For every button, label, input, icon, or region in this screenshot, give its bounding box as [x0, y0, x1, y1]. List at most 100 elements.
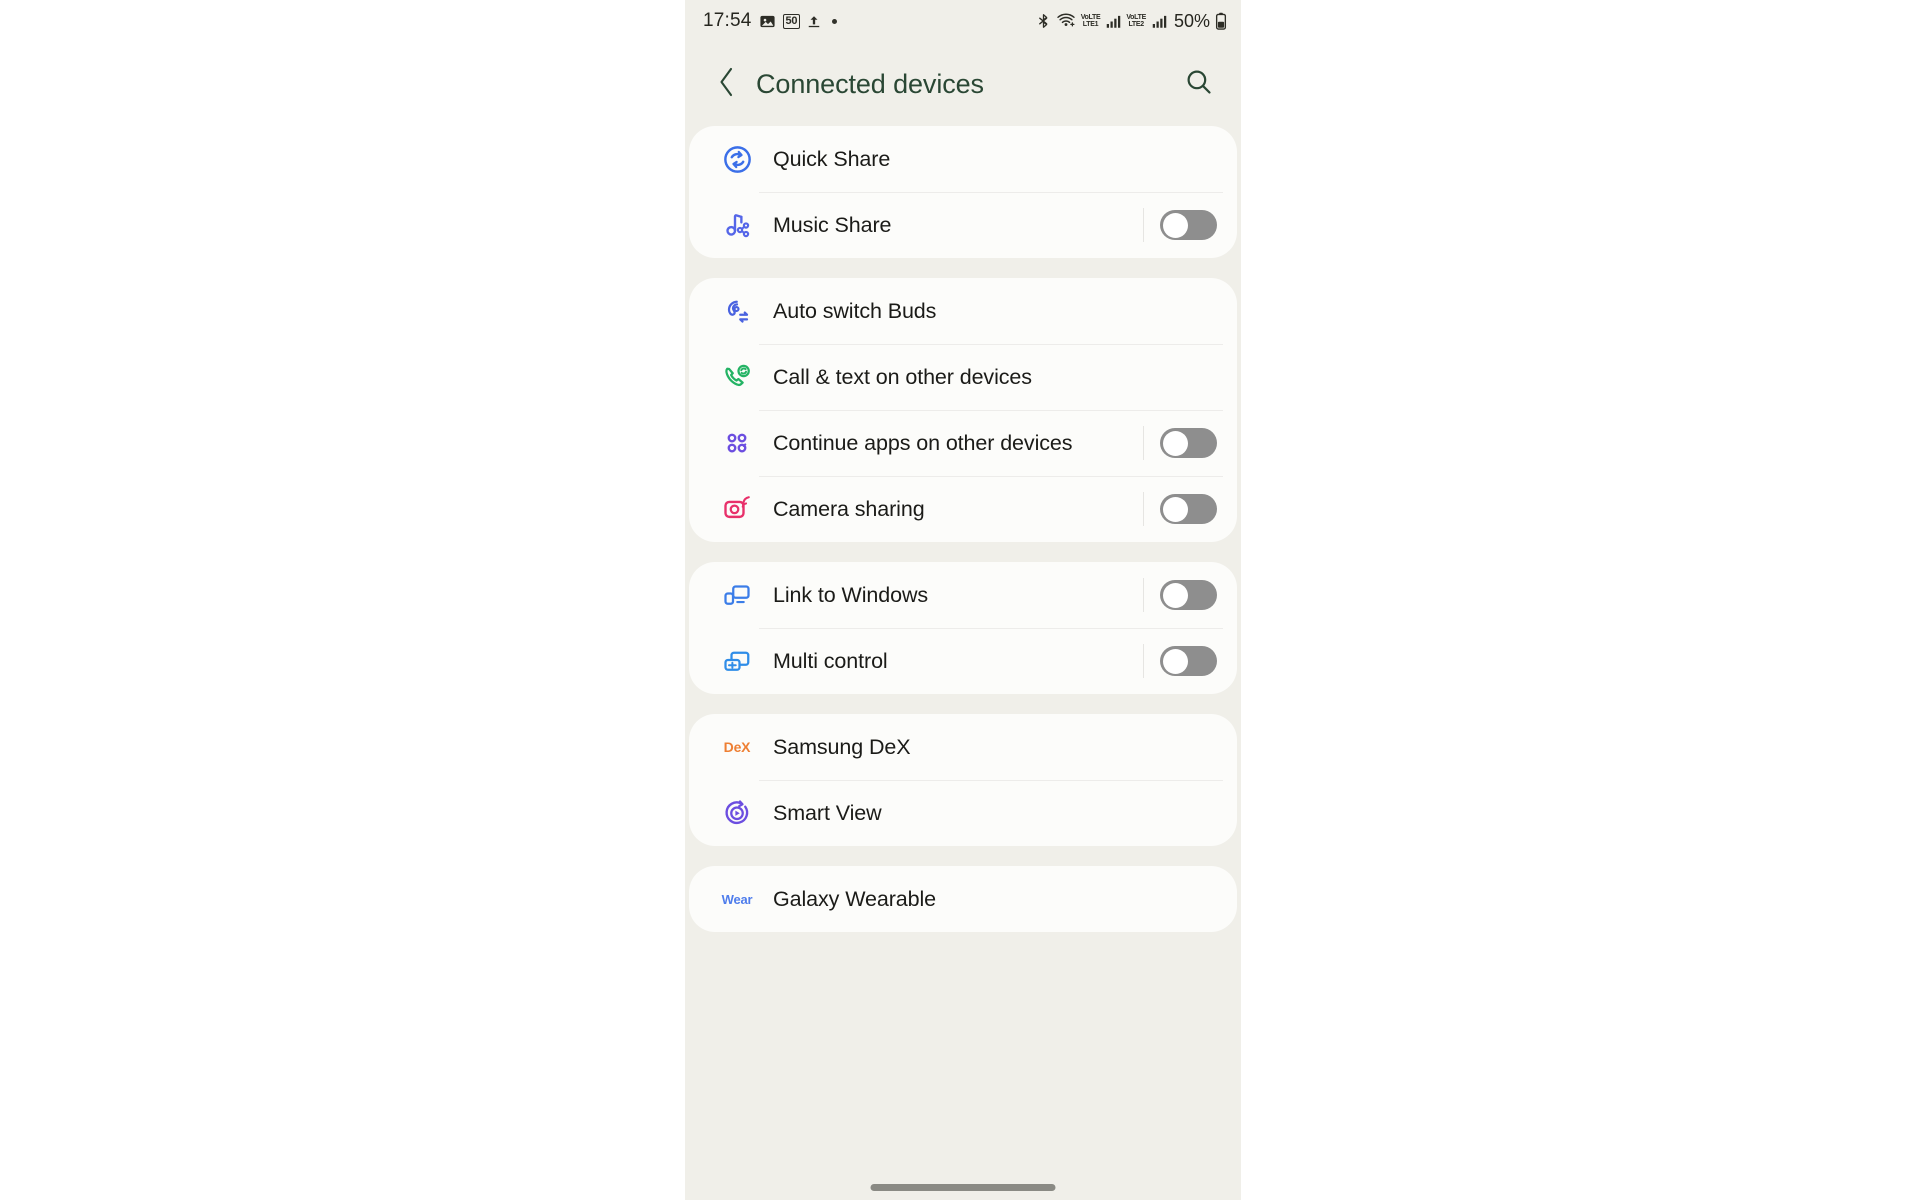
list-item-smart-view[interactable]: Smart View [689, 780, 1237, 846]
toggle-camera-sharing[interactable] [1160, 494, 1217, 524]
status-bar-left: 17:54 50 [703, 10, 837, 32]
list-item-continue-apps-other-devices[interactable]: Continue apps on other devices [689, 410, 1237, 476]
volte2-bottom-label: LTE2 [1128, 21, 1143, 28]
volte2-top-label: VoLTE [1126, 14, 1146, 21]
list-item-label: Galaxy Wearable [773, 885, 936, 913]
status-bar: 17:54 50 VoLTE LTE1 [685, 0, 1241, 42]
chevron-left-icon [714, 65, 740, 104]
dot-icon [832, 19, 837, 24]
list-item-body: Galaxy Wearable [759, 866, 1223, 932]
galaxy-wearable-logo: Wear [715, 877, 759, 921]
toggle-divider [1143, 492, 1144, 526]
settings-group-windows: Link to Windows [689, 562, 1237, 694]
list-item-label: Continue apps on other devices [773, 429, 1072, 457]
galaxy-wearable-logo-text: Wear [722, 892, 753, 907]
list-item-auto-switch-buds[interactable]: Auto switch Buds [689, 278, 1237, 344]
list-item-body: Camera sharing [759, 476, 1223, 542]
smart-view-icon [715, 791, 759, 835]
list-item-body: Samsung DeX [759, 714, 1223, 780]
list-item-quick-share[interactable]: Quick Share [689, 126, 1237, 192]
earbuds-switch-icon [715, 289, 759, 333]
status-bar-right: VoLTE LTE1 VoLTE LTE2 50% [1036, 11, 1227, 32]
list-item-body: Auto switch Buds [759, 278, 1223, 344]
toggle-continue-apps[interactable] [1160, 428, 1217, 458]
settings-group-wearable: Wear Galaxy Wearable [689, 866, 1237, 932]
toggle-container [1125, 208, 1217, 242]
list-item-label: Quick Share [773, 145, 890, 173]
list-item-label: Call & text on other devices [773, 363, 1032, 391]
signal-bars-2-icon [1151, 14, 1167, 29]
volte1-bottom-label: LTE1 [1083, 21, 1098, 28]
quick-share-icon [715, 137, 759, 181]
toggle-knob [1163, 497, 1188, 522]
battery-icon [1215, 12, 1227, 30]
list-item-call-text-other-devices[interactable]: Call & text on other devices [689, 344, 1237, 410]
list-item-body: Multi control [759, 628, 1223, 694]
list-item-body: Continue apps on other devices [759, 410, 1223, 476]
volte1-top-label: VoLTE [1081, 14, 1101, 21]
toggle-knob [1163, 213, 1188, 238]
list-item-label: Auto switch Buds [773, 297, 936, 325]
settings-list[interactable]: Quick Share [685, 126, 1241, 932]
samsung-dex-logo-text: DeX [724, 739, 751, 755]
toggle-knob [1163, 649, 1188, 674]
list-item-body: Music Share [759, 192, 1223, 258]
upload-icon [807, 13, 821, 30]
toggle-divider [1143, 208, 1144, 242]
toggle-link-to-windows[interactable] [1160, 580, 1217, 610]
volte1-icon: VoLTE LTE1 [1081, 14, 1101, 28]
list-item-link-to-windows[interactable]: Link to Windows [689, 562, 1237, 628]
list-item-music-share[interactable]: Music Share [689, 192, 1237, 258]
phone-viewport: 17:54 50 VoLTE LTE1 [685, 0, 1241, 1200]
search-icon [1185, 68, 1213, 101]
list-item-label: Samsung DeX [773, 733, 911, 761]
camera-sharing-icon [715, 487, 759, 531]
page-title: Connected devices [756, 69, 1177, 100]
image-icon [759, 13, 776, 30]
list-item-label: Link to Windows [773, 581, 928, 609]
list-item-body: Quick Share [759, 126, 1223, 192]
list-item-galaxy-wearable[interactable]: Wear Galaxy Wearable [689, 866, 1237, 932]
toggle-divider [1143, 578, 1144, 612]
toggle-container [1125, 426, 1217, 460]
toggle-multi-control[interactable] [1160, 646, 1217, 676]
status-bar-clock: 17:54 [703, 10, 752, 32]
list-item-label: Smart View [773, 799, 882, 827]
home-indicator[interactable] [871, 1184, 1056, 1191]
settings-group-sharing: Quick Share [689, 126, 1237, 258]
battery-percent-label: 50% [1174, 11, 1210, 32]
signal-bars-1-icon [1105, 14, 1121, 29]
bluetooth-icon [1036, 12, 1051, 30]
continue-apps-icon [715, 421, 759, 465]
toggle-container [1125, 578, 1217, 612]
list-item-camera-sharing[interactable]: Camera sharing [689, 476, 1237, 542]
toggle-container [1125, 492, 1217, 526]
toggle-music-share[interactable] [1160, 210, 1217, 240]
toggle-knob [1163, 583, 1188, 608]
list-item-label: Multi control [773, 647, 888, 675]
settings-group-other-devices: Auto switch Buds Call & text on other de… [689, 278, 1237, 542]
samsung-dex-logo: DeX [715, 725, 759, 769]
toggle-divider [1143, 644, 1144, 678]
link-to-windows-icon [715, 573, 759, 617]
list-item-multi-control[interactable]: Multi control [689, 628, 1237, 694]
list-item-samsung-dex[interactable]: DeX Samsung DeX [689, 714, 1237, 780]
app-bar: Connected devices [685, 42, 1241, 126]
music-share-icon [715, 203, 759, 247]
list-item-body: Link to Windows [759, 562, 1223, 628]
toggle-knob [1163, 431, 1188, 456]
toggle-container [1125, 644, 1217, 678]
settings-group-display: DeX Samsung DeX [689, 714, 1237, 846]
screen-root: 17:54 50 VoLTE LTE1 [0, 0, 1920, 1200]
volte2-icon: VoLTE LTE2 [1126, 14, 1146, 28]
list-item-body: Smart View [759, 780, 1223, 846]
search-button[interactable] [1177, 62, 1221, 106]
toggle-divider [1143, 426, 1144, 460]
notification-count-badge: 50 [783, 14, 801, 29]
list-item-label: Music Share [773, 211, 891, 239]
list-item-body: Call & text on other devices [759, 344, 1223, 410]
back-button[interactable] [707, 64, 747, 104]
wifi-icon [1056, 12, 1076, 30]
call-handoff-icon [715, 355, 759, 399]
multi-control-icon [715, 639, 759, 683]
